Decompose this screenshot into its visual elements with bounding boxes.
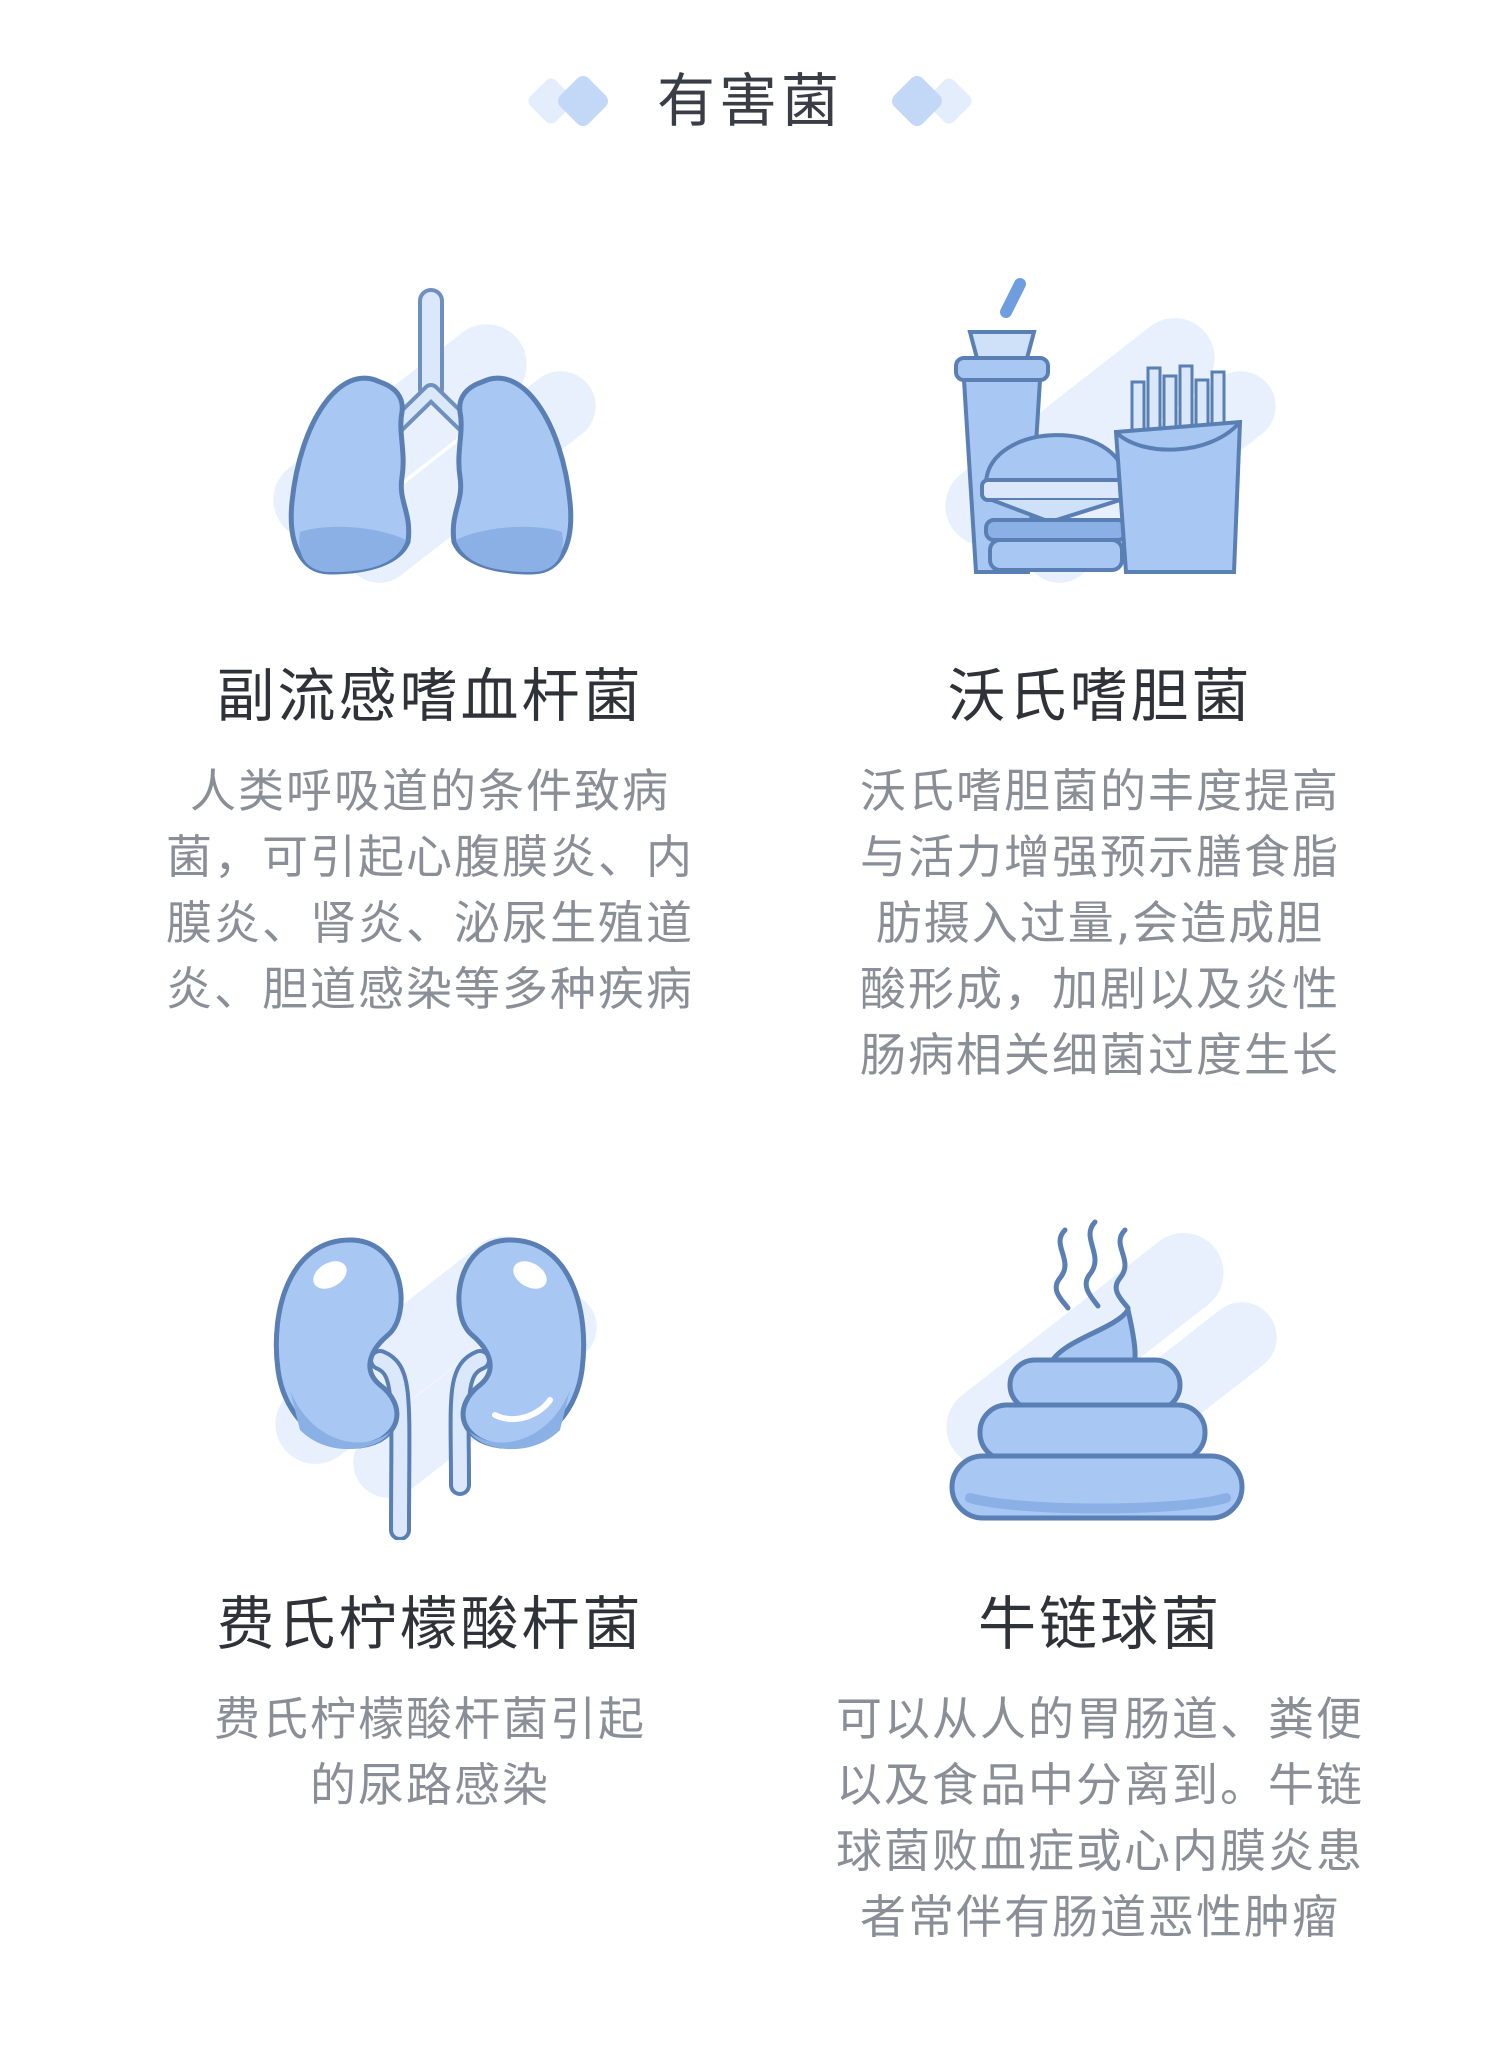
description-line: 酸形成，加剧以及炎性 [860,962,1340,1016]
description-line: 者常伴有肠道恶性肿瘤 [860,1890,1340,1944]
description-line: 可以从人的胃肠道、粪便 [836,1692,1364,1746]
lungs-icon [273,288,596,583]
description-line: 费氏柠檬酸杆菌引起 [214,1692,646,1746]
description-line: 菌，可引起心腹膜炎、内 [166,830,694,884]
section-header: 有害菌 [0,58,1500,144]
bacteria-description: 沃氏嗜胆菌的丰度提高 与活力增强预示膳食脂 肪摄入过量,会造成胆 酸形成，加剧以… [750,758,1450,1088]
description-line: 肪摄入过量,会造成胆 [875,896,1325,950]
diamond-ornament-left-icon [528,76,608,126]
description-line: 肠病相关细菌过度生长 [860,1028,1340,1082]
bacteria-name: 副流感嗜血杆菌 [216,662,644,730]
description-line: 人类呼吸道的条件致病 [190,764,670,818]
description-line: 炎、胆道感染等多种疾病 [166,962,694,1016]
bacteria-description: 可以从人的胃肠道、粪便 以及食品中分离到。牛链 球菌败血症或心内膜炎患 者常伴有… [750,1686,1450,1950]
bacteria-name: 沃氏嗜胆菌 [947,662,1253,730]
bacteria-description: 费氏柠檬酸杆菌引起 的尿路感染 [80,1686,780,1818]
description-line: 的尿路感染 [310,1758,550,1812]
stool-icon [946,1219,1277,1521]
bacteria-description: 人类呼吸道的条件致病 菌，可引起心腹膜炎、内 膜炎、肾炎、泌尿生殖道 炎、胆道感… [80,758,780,1022]
page-title: 有害菌 [656,67,843,135]
fast-food-icon [945,278,1276,583]
bacteria-name: 费氏柠檬酸杆菌 [216,1590,644,1658]
description-line: 与活力增强预示膳食脂 [860,830,1340,884]
kidneys-icon [273,1236,597,1540]
description-line: 以及食品中分离到。牛链 [836,1758,1364,1812]
diamond-ornament-right-icon [892,76,972,126]
description-line: 膜炎、肾炎、泌尿生殖道 [166,896,694,950]
description-line: 球菌败血症或心内膜炎患 [836,1824,1364,1878]
bacteria-name: 牛链球菌 [977,1590,1222,1658]
description-line: 沃氏嗜胆菌的丰度提高 [860,764,1340,818]
